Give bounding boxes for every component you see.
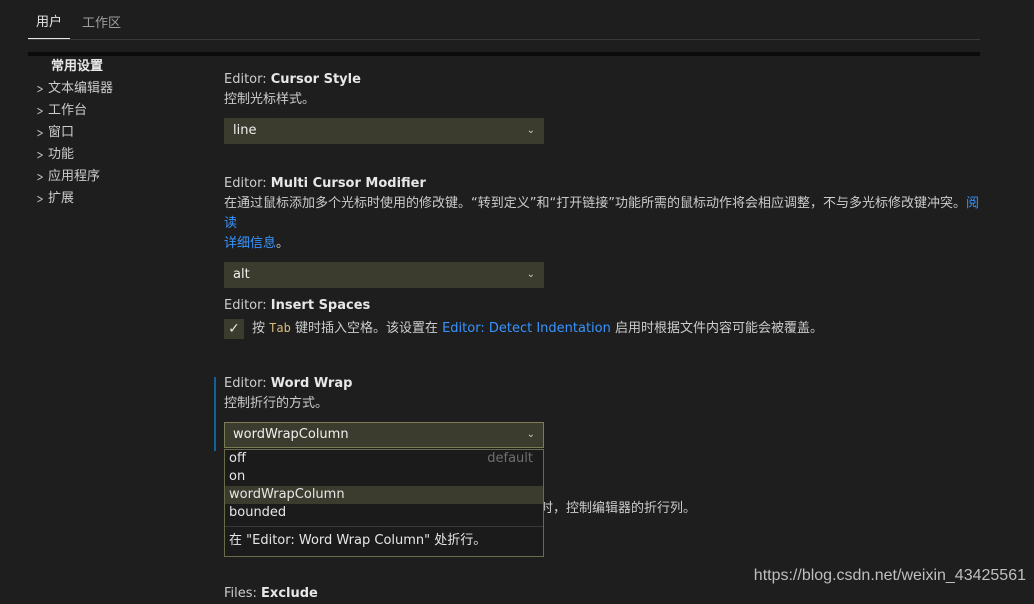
tab-workspace[interactable]: 工作区 xyxy=(74,12,129,39)
option-bounded[interactable]: bounded xyxy=(225,504,543,522)
toc-item-text-editor[interactable]: > 文本编辑器 xyxy=(30,78,210,100)
option-label: on xyxy=(229,469,246,484)
toc-item-commonly-used[interactable]: 常用设置 xyxy=(30,56,210,78)
toc-item-extensions[interactable]: > 扩展 xyxy=(30,188,210,210)
read-more-link-cont[interactable]: 详细信息 xyxy=(224,236,276,251)
setting-name: Multi Cursor Modifier xyxy=(270,176,426,191)
select-value: line xyxy=(233,123,257,138)
settings-toc: 常用设置 > 文本编辑器 > 工作台 > 窗口 > 功能 > 应用程序 > 扩展 xyxy=(30,56,210,210)
check-icon: ✓ xyxy=(228,320,240,337)
chevron-right-icon: > xyxy=(36,192,44,206)
option-label: wordWrapColumn xyxy=(229,487,345,502)
chevron-down-icon: ⌄ xyxy=(526,429,535,440)
select-value: wordWrapColumn xyxy=(233,427,349,442)
multi-cursor-modifier-select[interactable]: alt ⌄ xyxy=(224,262,544,288)
setting-name: Word Wrap xyxy=(270,376,353,391)
chevron-right-icon: > xyxy=(36,82,44,96)
description-text: 启用时根据文件内容可能会被覆盖。 xyxy=(610,321,823,336)
chevron-right-icon: > xyxy=(36,148,44,162)
description-text: 键时插入空格。该设置在 xyxy=(290,321,443,336)
toc-item-label: 工作台 xyxy=(48,103,88,118)
setting-description: 控制折行的方式。 xyxy=(224,396,329,411)
chevron-right-icon: > xyxy=(36,104,44,118)
setting-description: 按 Tab 键时插入空格。该设置在 Editor: Detect Indenta… xyxy=(252,318,823,339)
toc-item-features[interactable]: > 功能 xyxy=(30,144,210,166)
option-on[interactable]: on xyxy=(225,468,543,486)
setting-category: Editor: xyxy=(224,376,271,391)
toc-item-label: 功能 xyxy=(48,147,75,162)
toc-item-label: 扩展 xyxy=(48,191,75,206)
setting-category: Editor: xyxy=(224,298,271,313)
setting-name: Exclude xyxy=(261,586,318,601)
word-wrap-column-description: 时，控制编辑器的折行列。 xyxy=(540,501,697,516)
setting-title: Editor: Multi Cursor Modifier xyxy=(224,174,994,194)
setting-title: Editor: Cursor Style xyxy=(224,70,994,90)
setting-multi-cursor-modifier: Editor: Multi Cursor Modifier 在通过鼠标添加多个光… xyxy=(224,174,994,288)
chevron-right-icon: > xyxy=(36,170,44,184)
focused-setting-indicator xyxy=(214,377,216,451)
word-wrap-dropdown: off default on wordWrapColumn bounded 在 … xyxy=(224,449,544,557)
toc-item-label: 文本编辑器 xyxy=(48,81,114,96)
watermark: https://blog.csdn.net/weixin_43425561 xyxy=(753,567,1026,584)
toc-item-window[interactable]: > 窗口 xyxy=(30,122,210,144)
setting-description: 控制光标样式。 xyxy=(224,92,316,107)
description-text: 在通过鼠标添加多个光标时使用的修改键。“转到定义”和“打开链接”功能所需的鼠标动… xyxy=(224,196,966,211)
option-label: off xyxy=(229,451,246,466)
description-text: 按 xyxy=(252,321,270,336)
description-end: 。 xyxy=(276,236,290,251)
tab-key-code: Tab xyxy=(269,321,291,335)
insert-spaces-checkbox[interactable]: ✓ xyxy=(224,318,244,339)
setting-title: Editor: Insert Spaces xyxy=(224,296,994,316)
setting-files-exclude: Files: Exclude xyxy=(224,584,994,604)
settings-scope-tabs: 用户 工作区 xyxy=(28,6,980,40)
detect-indentation-link[interactable]: Editor: Detect Indentation xyxy=(442,321,611,336)
toc-item-label: 应用程序 xyxy=(48,169,101,184)
setting-name: Insert Spaces xyxy=(270,298,371,313)
word-wrap-select[interactable]: wordWrapColumn ⌄ xyxy=(224,422,544,448)
setting-checkbox-row: ✓ 按 Tab 键时插入空格。该设置在 Editor: Detect Inden… xyxy=(224,318,994,339)
option-description: 在 "Editor: Word Wrap Column" 处折行。 xyxy=(225,526,543,556)
setting-title: Files: Exclude xyxy=(224,584,994,604)
chevron-down-icon: ⌄ xyxy=(526,125,535,136)
toc-item-workbench[interactable]: > 工作台 xyxy=(30,100,210,122)
setting-category: Editor: xyxy=(224,176,271,191)
tab-user[interactable]: 用户 xyxy=(28,11,71,39)
chevron-down-icon: ⌄ xyxy=(526,269,535,280)
setting-word-wrap: Editor: Word Wrap 控制折行的方式。 wordWrapColum… xyxy=(224,374,994,448)
setting-insert-spaces: Editor: Insert Spaces ✓ 按 Tab 键时插入空格。该设置… xyxy=(224,296,994,339)
setting-category: Editor: xyxy=(224,72,271,87)
toc-item-label: 窗口 xyxy=(48,125,75,140)
select-value: alt xyxy=(233,267,250,282)
cursor-style-select[interactable]: line ⌄ xyxy=(224,118,544,144)
setting-name: Cursor Style xyxy=(270,72,361,87)
setting-category: Files: xyxy=(224,586,262,601)
toc-item-application[interactable]: > 应用程序 xyxy=(30,166,210,188)
chevron-right-icon: > xyxy=(36,126,44,140)
setting-cursor-style: Editor: Cursor Style 控制光标样式。 line ⌄ xyxy=(224,70,994,144)
option-off[interactable]: off default xyxy=(225,450,543,468)
option-word-wrap-column[interactable]: wordWrapColumn xyxy=(225,486,543,504)
option-default-hint: default xyxy=(487,451,533,466)
toc-item-label: 常用设置 xyxy=(51,59,104,74)
option-label: bounded xyxy=(229,505,287,520)
setting-title: Editor: Word Wrap xyxy=(224,374,994,394)
setting-description: 在通过鼠标添加多个光标时使用的修改键。“转到定义”和“打开链接”功能所需的鼠标动… xyxy=(224,194,988,254)
